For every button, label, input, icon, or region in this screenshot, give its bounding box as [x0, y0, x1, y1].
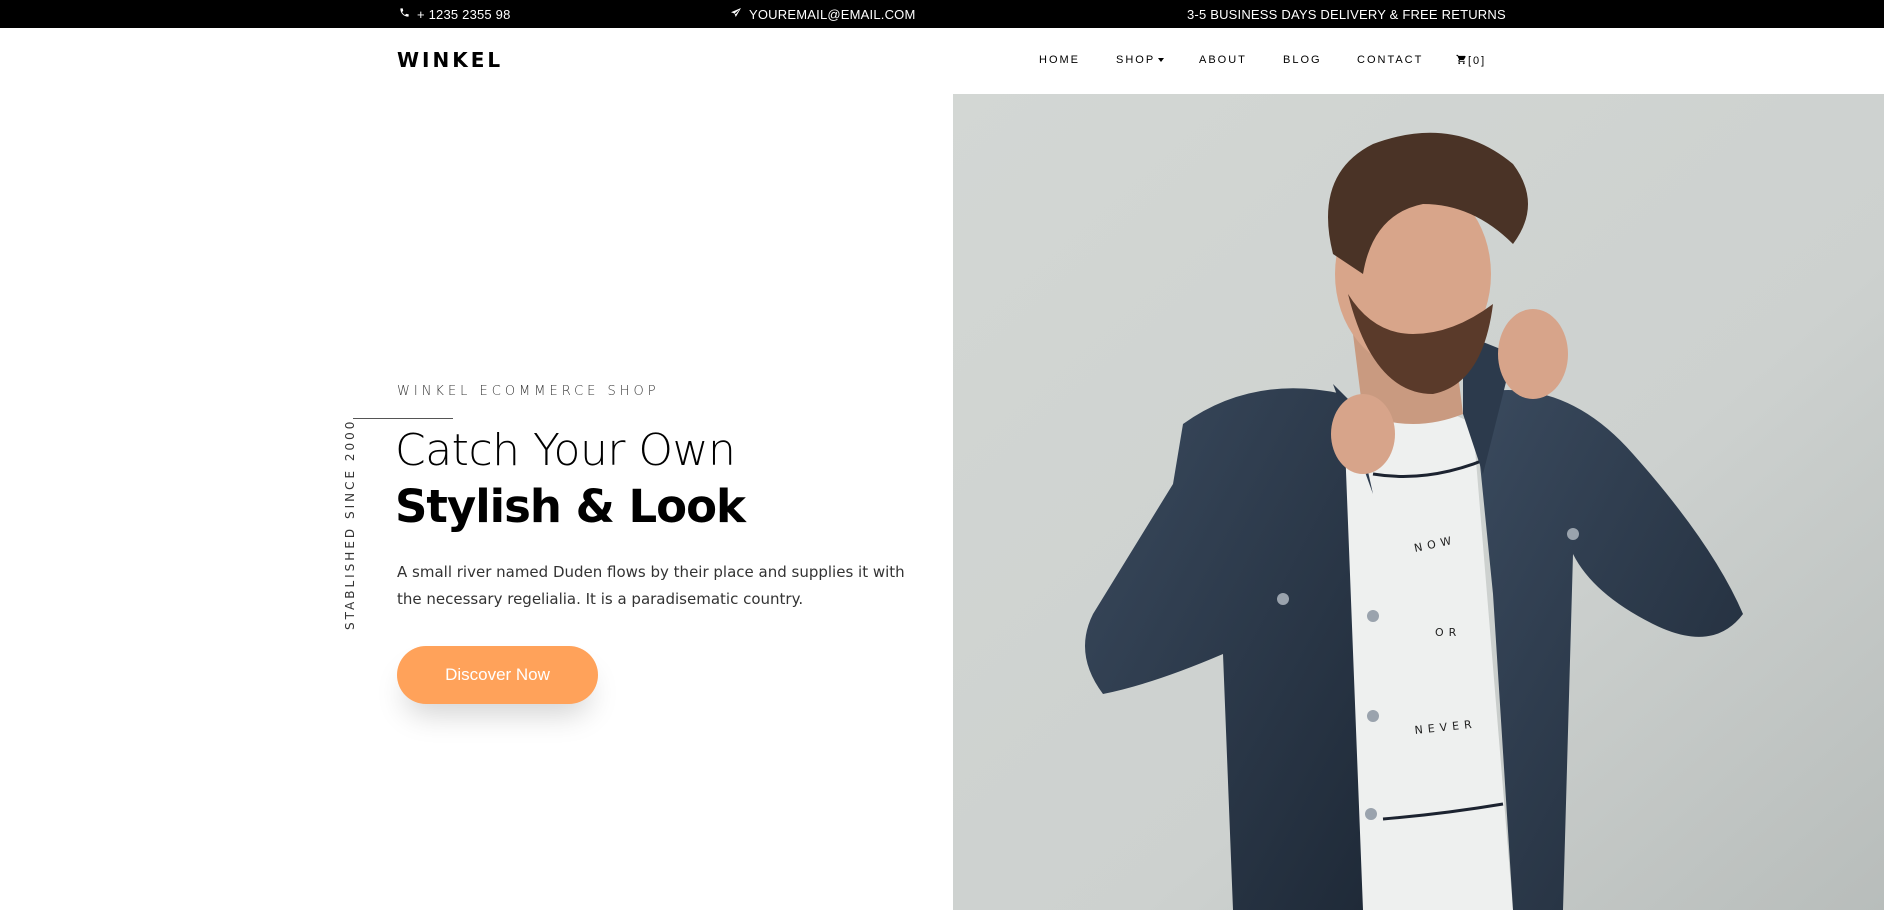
nav-contact[interactable]: CONTACT	[1357, 54, 1423, 66]
top-bar: + 1235 2355 98 YOUREMAIL@EMAIL.COM 3-5 B…	[0, 0, 1884, 28]
topbar-phone[interactable]: + 1235 2355 98	[397, 0, 511, 28]
established-text: STABLISHED SINCE 2000	[343, 418, 357, 630]
cart-count: [0]	[1468, 55, 1487, 67]
topbar-email[interactable]: YOUREMAIL@EMAIL.COM	[729, 0, 916, 28]
nav-shop-label: SHOP	[1116, 54, 1156, 66]
discover-now-button[interactable]: Discover Now	[397, 646, 598, 704]
nav-shop[interactable]: SHOP	[1116, 54, 1165, 66]
nav-home[interactable]: HOME	[1039, 54, 1080, 66]
divider-line	[353, 418, 453, 419]
hero-heading-light: Catch Your Own	[395, 425, 736, 476]
email-text: YOUREMAIL@EMAIL.COM	[749, 6, 916, 22]
paper-plane-icon	[729, 7, 743, 22]
nav-cart[interactable]: [0]	[1456, 54, 1486, 68]
caret-down-icon	[1158, 58, 1165, 62]
hero-heading-bold: Stylish & Look	[395, 480, 746, 533]
tshirt-text-or: OR	[1435, 626, 1461, 639]
phone-text: + 1235 2355 98	[417, 6, 511, 22]
nav-about[interactable]: ABOUT	[1199, 54, 1247, 66]
delivery-text: 3-5 BUSINESS DAYS DELIVERY & FREE RETURN…	[1187, 6, 1506, 22]
hero-paragraph: A small river named Duden flows by their…	[397, 563, 905, 608]
navbar: WINKEL HOME SHOP ABOUT BLOG CONTACT [0]	[0, 28, 1884, 94]
cart-icon	[1456, 54, 1467, 68]
hero-image: NOW OR NEVER	[953, 94, 1884, 910]
nav-blog[interactable]: BLOG	[1283, 54, 1322, 66]
brand-logo[interactable]: WINKEL	[397, 48, 503, 72]
topbar-delivery: 3-5 BUSINESS DAYS DELIVERY & FREE RETURN…	[1187, 0, 1506, 28]
hero-subtitle: WINKEL ECOMMERCE SHOP	[397, 384, 660, 399]
phone-icon	[397, 7, 411, 21]
